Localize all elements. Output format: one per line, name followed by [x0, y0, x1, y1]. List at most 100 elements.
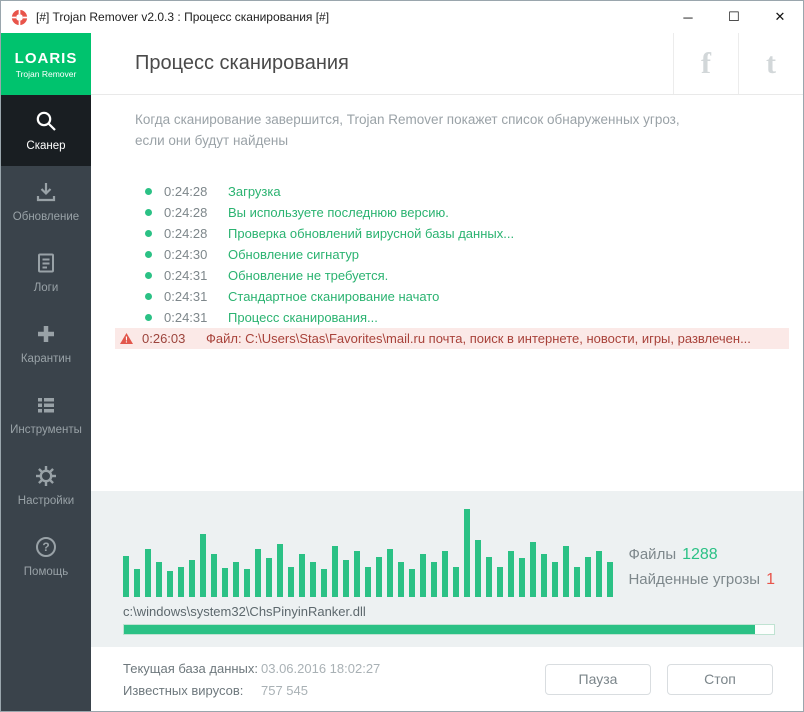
- log-time: 0:24:28: [164, 226, 208, 241]
- log-message: Обновление сигнатур: [228, 247, 359, 262]
- activity-bar: [299, 553, 305, 597]
- files-label: Файлы: [628, 546, 677, 563]
- current-file-path: c:\windows\system32\ChsPinyinRanker.dll: [123, 604, 366, 619]
- log-message: Обновление не требуется.: [228, 268, 389, 283]
- threats-label: Найденные угрозы: [628, 571, 761, 588]
- maximize-icon[interactable]: ☐: [711, 1, 757, 33]
- log-time: 0:26:03: [142, 331, 186, 346]
- facebook-button[interactable]: f: [673, 33, 738, 94]
- log-row: 0:24:30 Обновление сигнатур: [115, 244, 789, 265]
- brand-name: LOARIS: [14, 49, 78, 67]
- log-message: Вы используете последнюю версию.: [228, 205, 449, 220]
- scan-stats: Файлы 1288 Найденные угрозы 1: [628, 539, 775, 589]
- question-icon: ?: [34, 535, 58, 559]
- sidebar-item-tools[interactable]: Инструменты: [1, 379, 91, 450]
- sidebar-item-quarantine[interactable]: Карантин: [1, 308, 91, 379]
- activity-bar: [156, 562, 162, 597]
- database-info: Текущая база данных: 03.06.2016 18:02:27…: [123, 661, 380, 698]
- activity-bar: [398, 562, 404, 597]
- sidebar-item-help[interactable]: ? Помощь: [1, 521, 91, 592]
- activity-bar: [475, 539, 481, 597]
- db-date-value: 03.06.2016 18:02:27: [261, 660, 381, 676]
- footer: Текущая база данных: 03.06.2016 18:02:27…: [91, 647, 803, 711]
- activity-bar: [574, 566, 580, 597]
- log-time: 0:24:28: [164, 184, 208, 199]
- progress-fill: [124, 625, 755, 634]
- log-time: 0:24:31: [164, 268, 208, 283]
- activity-bar: [233, 562, 239, 597]
- activity-bar: [387, 549, 393, 597]
- titlebar[interactable]: [#] Trojan Remover v2.0.3 : Процесс скан…: [1, 1, 803, 33]
- log-time: 0:24:31: [164, 289, 208, 304]
- activity-bar: [442, 551, 448, 597]
- sidebar-item-scanner[interactable]: Сканер: [1, 95, 91, 166]
- activity-bar: [365, 566, 371, 597]
- download-icon: [34, 180, 58, 204]
- sidebar-item-label: Инструменты: [10, 424, 82, 436]
- activity-bar: [145, 549, 151, 597]
- log-message: Процесс сканирования...: [228, 310, 378, 325]
- activity-bar: [354, 551, 360, 597]
- activity-bar: [288, 566, 294, 597]
- scan-activity-panel: Файлы 1288 Найденные угрозы 1 c:\windows\s…: [91, 491, 803, 647]
- warning-triangle-icon: !: [119, 333, 133, 344]
- log-row: 0:24:28 Вы используете последнюю версию.: [115, 202, 789, 223]
- log-time: 0:24:30: [164, 247, 208, 262]
- scan-log: 0:24:28 Загрузка 0:24:28 Вы используете …: [91, 169, 803, 491]
- files-stat: Файлы 1288: [628, 546, 775, 564]
- activity-bar: [211, 553, 217, 597]
- status-dot-icon: [141, 188, 155, 195]
- status-dot-icon: [141, 251, 155, 258]
- activity-bar: [497, 566, 503, 597]
- sidebar-item-settings[interactable]: Настройки: [1, 450, 91, 521]
- status-dot-icon: [141, 314, 155, 321]
- pause-button[interactable]: Пауза: [545, 663, 651, 695]
- log-row: 0:24:31 Процесс сканирования...: [115, 307, 789, 328]
- page-header: Процесс сканирования f t: [91, 33, 803, 95]
- log-row: 0:24:28 Загрузка: [115, 181, 789, 202]
- activity-bar: [134, 569, 140, 597]
- app-icon: [11, 8, 28, 26]
- db-date-label: Текущая база данных:: [123, 660, 259, 676]
- stop-button[interactable]: Стоп: [667, 663, 773, 695]
- activity-bar: [552, 562, 558, 597]
- viruses-value: 757 545: [261, 682, 308, 698]
- activity-bar: [310, 562, 316, 597]
- activity-bar: [420, 553, 426, 597]
- status-dot-icon: [141, 230, 155, 237]
- activity-bar: [585, 557, 591, 597]
- activity-bar: [486, 557, 492, 597]
- activity-bar: [321, 569, 327, 597]
- log-time: 0:24:31: [164, 310, 208, 325]
- log-row-threat[interactable]: ! 0:26:03 Файл: C:\Users\Stas\Favorites\…: [115, 328, 789, 349]
- activity-bar: [222, 567, 228, 597]
- status-dot-icon: [141, 293, 155, 300]
- twitter-button[interactable]: t: [738, 33, 803, 94]
- activity-bar: [464, 508, 470, 597]
- activity-bar: [244, 569, 250, 597]
- log-row: 0:24:28 Проверка обновлений вирусной баз…: [115, 223, 789, 244]
- sidebar-item-update[interactable]: Обновление: [1, 166, 91, 237]
- viruses-label: Известных вирусов:: [123, 682, 244, 698]
- log-row: 0:24:31 Стандартное сканирование начато: [115, 286, 789, 307]
- app-window: [#] Trojan Remover v2.0.3 : Процесс скан…: [0, 0, 804, 712]
- document-icon: [34, 251, 58, 275]
- gear-icon: [34, 464, 58, 488]
- activity-bar: [123, 555, 129, 597]
- log-message: Стандартное сканирование начато: [228, 289, 440, 304]
- sidebar-item-label: Обновление: [12, 211, 80, 223]
- minimize-icon[interactable]: ─: [665, 1, 711, 33]
- scan-progress-bar: [123, 624, 775, 635]
- close-icon[interactable]: ✕: [757, 1, 803, 33]
- activity-bar: [530, 541, 536, 597]
- sidebar-item-logs[interactable]: Логи: [1, 237, 91, 308]
- window-title: [#] Trojan Remover v2.0.3 : Процесс скан…: [36, 10, 330, 24]
- svg-text:!: !: [125, 336, 128, 344]
- facebook-icon: f: [701, 46, 711, 80]
- log-message: Загрузка: [228, 184, 281, 199]
- log-row: 0:24:31 Обновление не требуется.: [115, 265, 789, 286]
- sidebar-item-label: Помощь: [23, 566, 69, 578]
- log-message: Файл: C:\Users\Stas\Favorites\mail.ru по…: [206, 331, 751, 346]
- activity-bar: [200, 534, 206, 597]
- brand-subtitle: Trojan Remover: [15, 68, 77, 79]
